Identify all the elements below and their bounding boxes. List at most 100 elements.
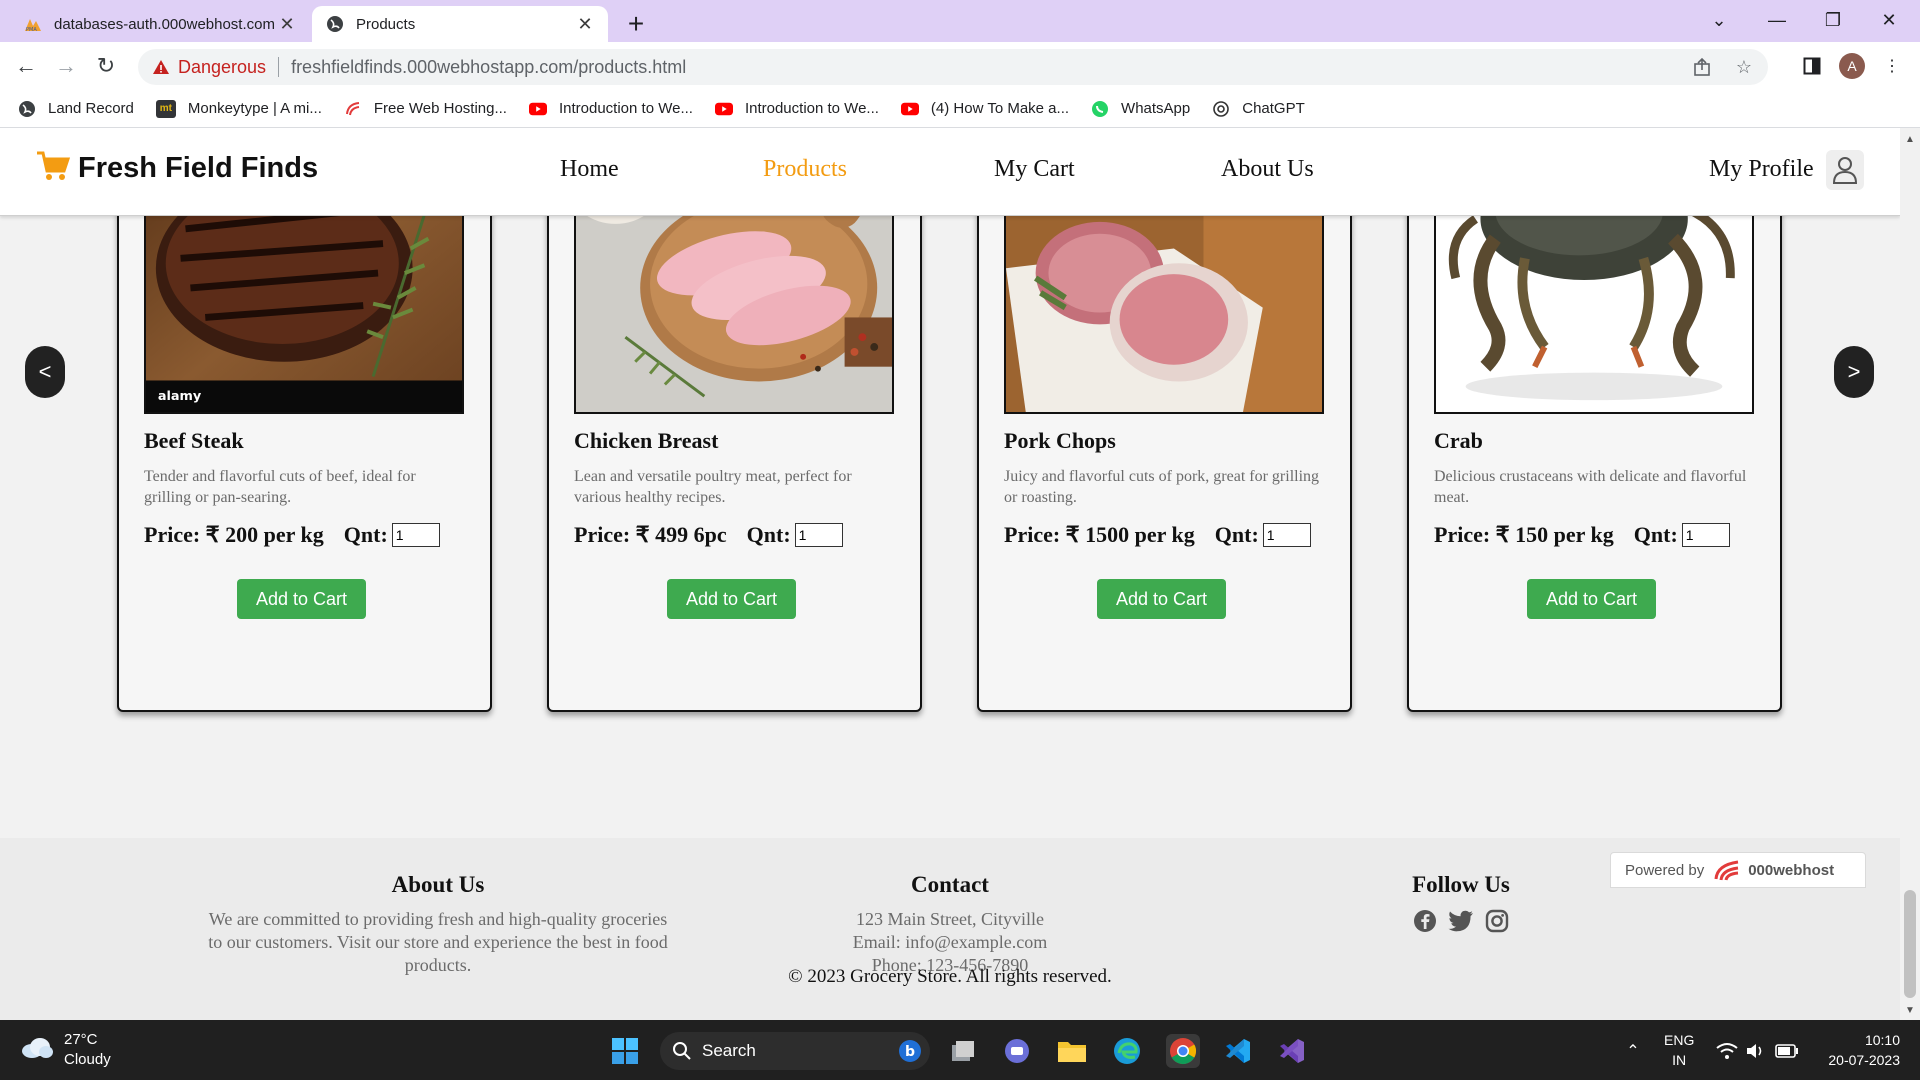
product-price: Price: ₹ 150 per kg	[1434, 522, 1614, 547]
cart-icon	[36, 150, 71, 187]
bookmark-label: ChatGPT	[1242, 100, 1305, 117]
product-name: Beef Steak	[144, 428, 244, 453]
security-label[interactable]: Dangerous	[178, 57, 266, 78]
bookmark-item[interactable]: (4) How To Make a...	[900, 100, 1069, 118]
my-profile-link[interactable]: My Profile	[1709, 156, 1814, 183]
page-scrollbar[interactable]: ▲ ▼	[1900, 128, 1920, 1020]
chevron-up-icon[interactable]: ⌃	[1616, 1034, 1650, 1068]
add-to-cart-button[interactable]: Add to Cart	[1097, 579, 1226, 619]
facebook-icon[interactable]	[1412, 908, 1438, 934]
address-bar[interactable]: Dangerous freshfieldfinds.000webhostapp.…	[138, 49, 1768, 85]
url-text[interactable]: freshfieldfinds.000webhostapp.com/produc…	[291, 57, 686, 78]
bookmark-item[interactable]: WhatsApp	[1091, 100, 1190, 118]
bookmark-label: Monkeytype | A mi...	[187, 100, 322, 117]
profile-avatar[interactable]: A	[1836, 50, 1868, 82]
carousel-prev-button[interactable]: <	[25, 346, 65, 398]
bookmark-item[interactable]: mt Monkeytype | A mi...	[155, 99, 322, 118]
window-close-button[interactable]: ✕	[1866, 0, 1912, 40]
add-to-cart-button[interactable]: Add to Cart	[237, 579, 366, 619]
bookmark-item[interactable]: Land Record	[18, 100, 134, 118]
browser-tab-active[interactable]: Products ✕	[312, 6, 608, 42]
reload-button[interactable]: ↻	[90, 50, 122, 82]
contact-address: 123 Main Street, Cityville	[856, 909, 1044, 929]
weather-condition: Cloudy	[64, 1051, 111, 1068]
bookmark-item[interactable]: ChatGPT	[1212, 100, 1305, 118]
edge-icon[interactable]	[1110, 1034, 1144, 1068]
chrome-icon[interactable]	[1166, 1034, 1200, 1068]
volume-icon[interactable]	[1738, 1034, 1772, 1068]
tab-search-icon[interactable]: ⌄	[1696, 0, 1742, 40]
product-description: Tender and flavorful cuts of beef, ideal…	[144, 468, 416, 506]
vscode-icon[interactable]	[1221, 1034, 1255, 1068]
teams-chat-icon[interactable]	[1000, 1034, 1034, 1068]
product-price: Price: ₹ 1500 per kg	[1004, 522, 1195, 547]
bookmark-star-icon[interactable]: ☆	[1730, 53, 1758, 81]
browser-toolbar: ← → ↻ Dangerous freshfieldfinds.000webho…	[0, 42, 1920, 90]
bookmarks-bar: Land Record mt Monkeytype | A mi... Free…	[0, 90, 1920, 128]
user-icon[interactable]	[1826, 150, 1864, 190]
nav-products[interactable]: Products	[763, 156, 847, 183]
brand-logo[interactable]: Fresh Field Finds	[36, 150, 318, 187]
product-price: Price: ₹ 499 6pc	[574, 522, 727, 547]
twitter-icon[interactable]	[1448, 908, 1474, 934]
battery-icon[interactable]	[1770, 1034, 1804, 1068]
scroll-up-icon[interactable]: ▲	[1905, 134, 1915, 145]
footer-contact: Contact 123 Main Street, Cityville Email…	[800, 872, 1100, 977]
close-icon[interactable]: ✕	[278, 14, 296, 34]
add-to-cart-button[interactable]: Add to Cart	[667, 579, 796, 619]
quantity-input[interactable]	[794, 523, 843, 547]
000webhost-icon	[1712, 859, 1742, 881]
quantity-input[interactable]	[1262, 523, 1311, 547]
quantity-input[interactable]	[391, 523, 440, 547]
taskbar-search[interactable]: Search b	[660, 1032, 930, 1070]
svg-text:PMA: PMA	[26, 27, 37, 32]
scroll-down-icon[interactable]: ▼	[1905, 1005, 1915, 1016]
quantity-input[interactable]	[1681, 523, 1730, 547]
language-indicator[interactable]: ENG IN	[1664, 1030, 1694, 1070]
youtube-icon	[900, 100, 919, 118]
weather-widget[interactable]: 27°C Cloudy	[20, 1030, 111, 1070]
tab-title: databases-auth.000webhost.com	[54, 15, 275, 33]
nav-home[interactable]: Home	[560, 156, 619, 183]
windows-start-icon[interactable]	[608, 1034, 642, 1068]
task-view-icon[interactable]	[946, 1034, 980, 1068]
footer-contact-title: Contact	[911, 872, 989, 897]
bookmark-item[interactable]: Free Web Hosting...	[344, 100, 507, 118]
browser-tab[interactable]: PMA databases-auth.000webhost.com ✕	[10, 6, 310, 42]
footer-follow: Follow Us	[1406, 872, 1516, 934]
clock-time: 10:10	[1864, 1032, 1900, 1048]
powered-by-label: Powered by	[1625, 861, 1705, 879]
add-to-cart-button[interactable]: Add to Cart	[1527, 579, 1656, 619]
back-button[interactable]: ←	[10, 50, 42, 82]
new-tab-button[interactable]: +	[620, 8, 652, 40]
language-code: ENG	[1664, 1032, 1695, 1048]
scrollbar-thumb[interactable]	[1904, 890, 1916, 998]
quantity-label: Qnt:	[1214, 522, 1259, 547]
warning-icon[interactable]	[152, 59, 170, 75]
bookmark-item[interactable]: Introduction to We...	[528, 100, 693, 118]
youtube-icon	[528, 100, 547, 118]
side-panel-icon[interactable]	[1796, 50, 1828, 82]
nav-my-cart[interactable]: My Cart	[994, 156, 1075, 183]
chatgpt-icon	[1212, 100, 1230, 118]
visual-studio-icon[interactable]	[1275, 1034, 1309, 1068]
weather-temperature: 27°C	[64, 1031, 98, 1048]
instagram-icon[interactable]	[1484, 908, 1510, 934]
svg-text:alamy: alamy	[158, 389, 202, 404]
svg-text:b: b	[905, 1044, 915, 1060]
nav-about-us[interactable]: About Us	[1221, 156, 1314, 183]
restore-button[interactable]: ❐	[1810, 0, 1856, 40]
minimize-button[interactable]: —	[1754, 0, 1800, 40]
share-icon[interactable]	[1688, 53, 1716, 81]
bookmark-label: Introduction to We...	[744, 100, 879, 117]
product-description: Juicy and flavorful cuts of pork, great …	[1004, 468, 1320, 506]
bookmark-item[interactable]: Introduction to We...	[714, 100, 879, 118]
carousel-next-button[interactable]: >	[1834, 346, 1874, 398]
file-explorer-icon[interactable]	[1055, 1034, 1089, 1068]
forward-button[interactable]: →	[50, 50, 82, 82]
menu-icon[interactable]: ⋮	[1876, 50, 1908, 82]
powered-by-badge[interactable]: Powered by 000webhost	[1610, 852, 1866, 888]
product-name: Chicken Breast	[574, 428, 719, 453]
close-icon[interactable]: ✕	[576, 14, 594, 34]
clock[interactable]: 10:10 20-07-2023	[1816, 1030, 1900, 1070]
